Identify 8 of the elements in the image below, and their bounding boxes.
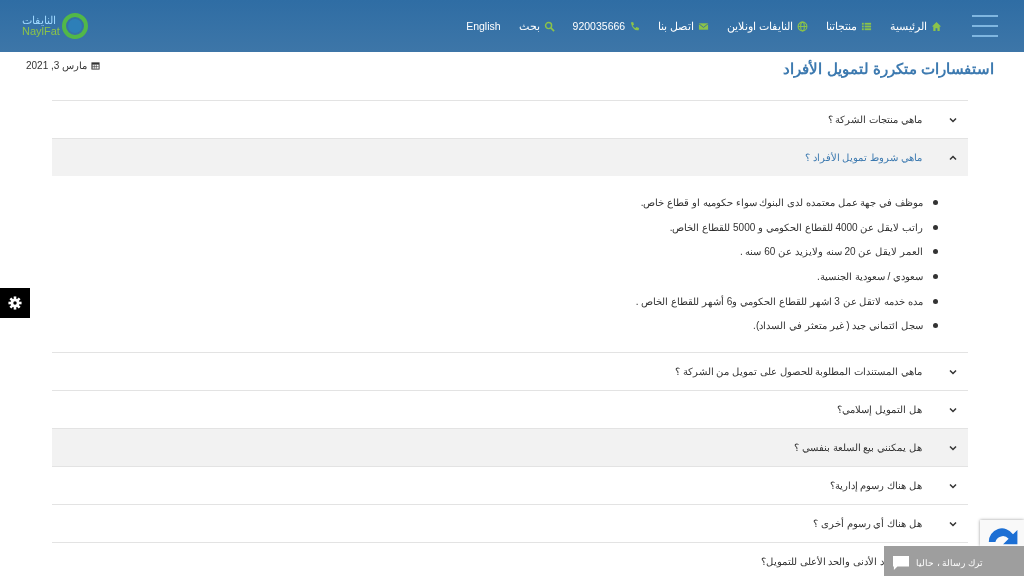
answer-text: مده خدمه لاتقل عن 3 اشهر للقطاع الحكومي و6 أشهر للقطاع الخاص . <box>635 295 923 307</box>
answer-text: موظف في جهة عمل معتمده لدى البنوك سواء حكوميه او قطاع خاص. <box>640 196 923 208</box>
page-title: استفسارات متكررة لتمويل الأفراد <box>783 60 994 78</box>
post-date: مارس 3, 2021 <box>26 60 101 71</box>
answer-text: سجل ائتماني جيد ( غير متعثر في السداد). <box>753 320 923 332</box>
answer-text: العمر لايقل عن 20 سنه ولايزيد عن 60 سنه . <box>739 246 923 258</box>
answer-text: سعودي / سعودية الجنسية. <box>817 270 923 282</box>
answer-text: راتب لايقل عن 4000 للقطاع الحكومي و 5000 للقطاع الخاص. <box>669 221 923 233</box>
